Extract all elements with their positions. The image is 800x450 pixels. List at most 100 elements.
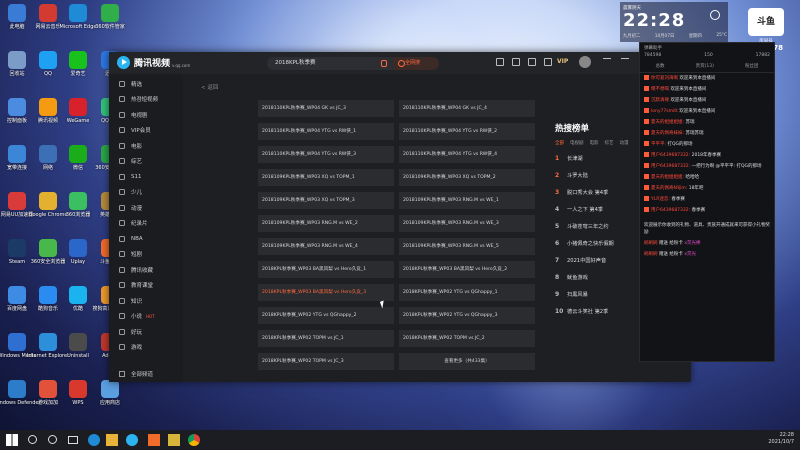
- windows-start-icon[interactable]: [6, 434, 18, 446]
- desktop-icon[interactable]: 网易云音乐: [33, 4, 63, 30]
- sidebar-item[interactable]: 短剧: [109, 247, 183, 263]
- sidebar-item[interactable]: 少儿: [109, 185, 183, 201]
- episode-item[interactable]: 2018KPL秋季赛_WP02 TOPM vs JC_3: [258, 353, 394, 370]
- desktop-icon[interactable]: Internet Explorer: [27, 333, 69, 359]
- episode-item[interactable]: 2018110KPL秋季赛_WP04 GK vs JC_3: [258, 100, 394, 117]
- menu-icon[interactable]: [621, 58, 629, 66]
- sidebar-item[interactable]: 纪录片: [109, 216, 183, 232]
- episode-item[interactable]: 2018KPL秋季赛_WP03 BA黑凤梨 vs Hero久竞_3: [258, 284, 394, 301]
- episode-item[interactable]: 2018KPL秋季赛_WP02 YTG vs QGhappy_3: [399, 307, 535, 324]
- desktop-icon[interactable]: 优酷: [63, 286, 93, 312]
- sidebar-item[interactable]: 教育课堂: [109, 278, 183, 294]
- desktop-icon[interactable]: 此电脑: [2, 4, 32, 30]
- episode-item[interactable]: 2018109KPL秋季赛_WP03 RNG.M vs WE_4: [258, 238, 394, 255]
- episode-item[interactable]: 2018KPL秋季赛_WP02 YTG vs QGhappy_2: [258, 307, 394, 324]
- cortana-icon[interactable]: [48, 435, 57, 444]
- sidebar-item[interactable]: 综艺: [109, 154, 183, 170]
- sidebar-item[interactable]: NBA: [109, 231, 183, 247]
- episode-item[interactable]: 2018109KPL秋季赛_WP03 RNG.M vs WE_2: [258, 215, 394, 232]
- system-tray-clock[interactable]: 22:28 2021/10/7: [768, 432, 794, 446]
- play-history-icon[interactable]: [496, 58, 504, 66]
- desktop-icon[interactable]: 控制面板: [2, 98, 32, 124]
- sidebar-item[interactable]: 游戏: [109, 340, 183, 356]
- filter-icon[interactable]: [381, 60, 387, 67]
- episode-item[interactable]: 2018110KPL秋季赛_WP04 GK vs JC_4: [399, 100, 535, 117]
- desktop-icon[interactable]: Uplay: [63, 239, 93, 265]
- desktop-icon[interactable]: 360浏览器: [63, 192, 93, 218]
- sidebar-item[interactable]: S11: [109, 169, 183, 185]
- vip-button[interactable]: VIP: [557, 58, 568, 65]
- episode-item[interactable]: 2018109KPL秋季赛_WP03 RNG.M vs WE_1: [399, 192, 535, 209]
- explorer-taskbar-icon[interactable]: [106, 434, 118, 446]
- episode-item[interactable]: 2018KPL秋季赛_WP02 TOPM vs JC_1: [258, 330, 394, 347]
- back-link[interactable]: < 返回: [201, 83, 218, 91]
- desktop-icon[interactable]: 游戏加加: [33, 380, 63, 406]
- episode-item[interactable]: 2018109KPL秋季赛_WP03 XQ vs TOPM_2: [399, 169, 535, 186]
- app-logo[interactable]: 腾讯视频 v.qq.com: [117, 56, 190, 69]
- sidebar-item[interactable]: 腾讯收藏: [109, 262, 183, 278]
- desktop-icon[interactable]: Uninstall: [63, 333, 93, 359]
- desktop-icon[interactable]: 回收站: [2, 51, 32, 77]
- douyu-taskbar-icon[interactable]: [148, 434, 160, 446]
- search-button[interactable]: 全网搜: [393, 57, 439, 70]
- desktop-icon[interactable]: WPS: [63, 380, 93, 406]
- search-icon[interactable]: [28, 435, 37, 444]
- hot-tab[interactable]: 综艺: [605, 140, 614, 146]
- desktop-icon[interactable]: WeGame: [63, 98, 93, 124]
- episode-item[interactable]: 2018109KPL秋季赛_WP03 RNG.M vs WE_3: [399, 215, 535, 232]
- all-channels-button[interactable]: 全部频道: [119, 370, 153, 378]
- tab-total[interactable]: 总数: [656, 63, 665, 72]
- hot-tab[interactable]: 全部: [555, 140, 564, 146]
- episode-item[interactable]: 2018KPL秋季赛_WP02 YTG vs QGhappy_1: [399, 284, 535, 301]
- avatar[interactable]: [579, 56, 591, 68]
- chrome-taskbar-icon[interactable]: [188, 434, 200, 446]
- sidebar-item[interactable]: 电影: [109, 138, 183, 154]
- episode-item[interactable]: 2018KPL秋季赛_WP03 BA黑凤梨 vs Hero久竞_2: [399, 261, 535, 278]
- sidebar-item[interactable]: 动漫: [109, 200, 183, 216]
- shirt-icon[interactable]: [544, 58, 552, 66]
- sidebar-item[interactable]: 小说 HOT: [109, 309, 183, 325]
- desktop-icon[interactable]: 百度网盘: [2, 286, 32, 312]
- desktop-icon[interactable]: 网络: [33, 145, 63, 171]
- hot-tab[interactable]: 电视剧: [570, 140, 584, 146]
- tencent-video-taskbar-icon[interactable]: [126, 434, 138, 446]
- refresh-icon[interactable]: [603, 58, 611, 66]
- episode-item[interactable]: 2018109KPL秋季赛_WP03 XQ vs TOPM_1: [258, 169, 394, 186]
- desktop-icon[interactable]: 应用商店: [95, 380, 125, 406]
- sidebar-item[interactable]: VIP会员: [109, 123, 183, 139]
- task-view-icon[interactable]: [68, 436, 78, 444]
- search-input[interactable]: 2018KPL秋季赛: [267, 57, 393, 70]
- desktop-icon[interactable]: 360安全浏览器: [31, 239, 65, 265]
- tab-fan-club[interactable]: 粉丝团: [745, 63, 759, 72]
- episode-item[interactable]: 2018109KPL秋季赛_WP03 XQ vs TOPM_3: [258, 192, 394, 209]
- episode-item[interactable]: 2018KPL秋季赛_WP02 TOPM vs JC_2: [399, 330, 535, 347]
- desktop-icon[interactable]: Microsoft Edge: [60, 4, 96, 30]
- desktop-icon[interactable]: 360软件管家: [95, 4, 125, 30]
- episode-item[interactable]: 2018110KPL秋季赛_WP04 YTG vs RW侠_4: [399, 146, 535, 163]
- episode-item[interactable]: 2018110KPL秋季赛_WP04 YTG vs RW侠_2: [399, 123, 535, 140]
- episode-item[interactable]: 2018KPL秋季赛_WP03 BA黑凤梨 vs Hero久竞_1: [258, 261, 394, 278]
- hot-tab[interactable]: 电影: [590, 140, 599, 146]
- view-more-button[interactable]: 查看更多（共433集）: [399, 353, 535, 370]
- app-taskbar-icon[interactable]: [168, 434, 180, 446]
- desktop-icon[interactable]: 爱奇艺: [63, 51, 93, 77]
- desktop-icon[interactable]: 宽带连接: [2, 145, 32, 171]
- edge-taskbar-icon[interactable]: [88, 434, 100, 446]
- desktop-icon[interactable]: 酷狗音乐: [33, 286, 63, 312]
- hot-tab[interactable]: 动漫: [620, 140, 629, 146]
- sidebar-item[interactable]: 精选: [109, 76, 183, 92]
- desktop-icon[interactable]: 网易UU加速器: [1, 192, 33, 218]
- episode-item[interactable]: 2018110KPL秋季赛_WP04 YTG vs RW侠_3: [258, 146, 394, 163]
- desktop-icon[interactable]: 微信: [63, 145, 93, 171]
- episode-item[interactable]: 2018109KPL秋季赛_WP03 RNG.M vs WE_5: [399, 238, 535, 255]
- sidebar-item[interactable]: 热점短视频: [109, 92, 183, 108]
- episode-item[interactable]: 2018110KPL秋季赛_WP04 YTG vs RW侠_1: [258, 123, 394, 140]
- desktop-icon[interactable]: 腾讯视频: [33, 98, 63, 124]
- folder-icon[interactable]: [528, 58, 536, 66]
- sidebar-item[interactable]: 好玩: [109, 324, 183, 340]
- download-icon[interactable]: [512, 58, 520, 66]
- desktop-icon[interactable]: Google Chrome: [29, 192, 67, 218]
- sidebar-item[interactable]: 知识: [109, 293, 183, 309]
- sidebar-item[interactable]: 电视剧: [109, 107, 183, 123]
- desktop-icon[interactable]: Steam: [2, 239, 32, 265]
